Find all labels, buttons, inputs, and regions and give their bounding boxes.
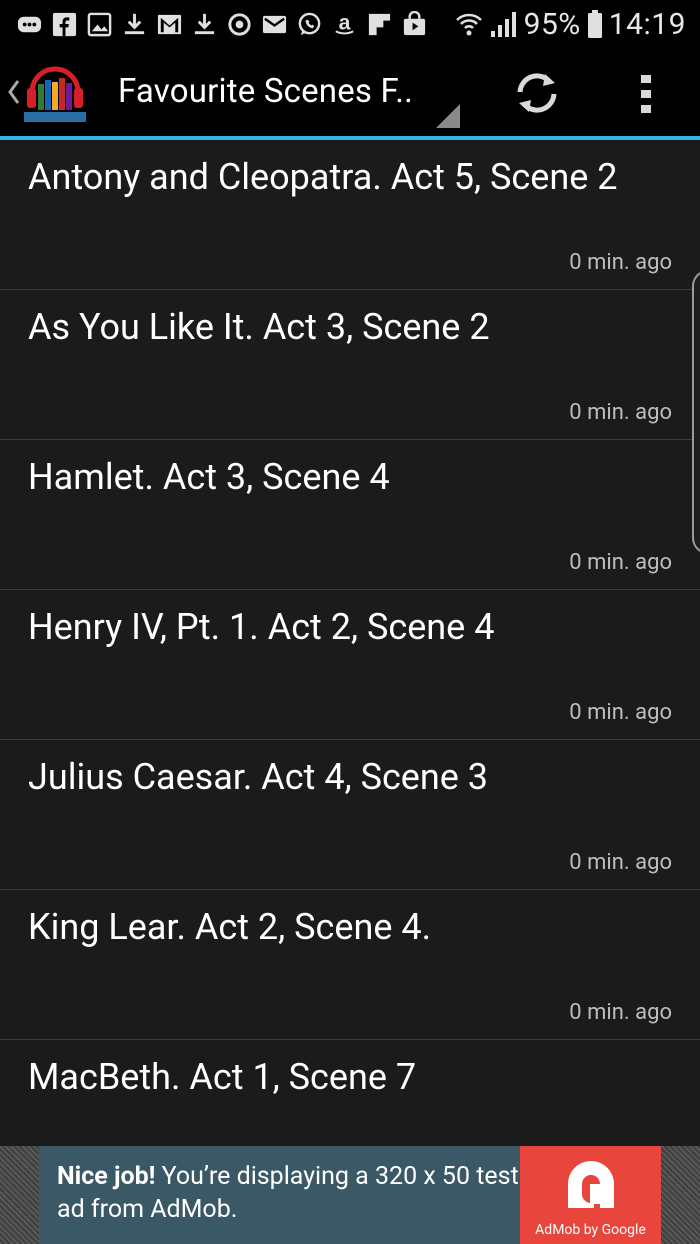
- whatsapp-icon: [296, 11, 323, 38]
- list-item[interactable]: Henry IV, Pt. 1. Act 2, Scene 4 0 min. a…: [0, 590, 700, 740]
- list-item[interactable]: Hamlet. Act 3, Scene 4 0 min. ago: [0, 440, 700, 590]
- admob-logo: AdMob by Google: [520, 1146, 661, 1244]
- scene-title: Antony and Cleopatra. Act 5, Scene 2: [28, 156, 618, 198]
- list-item[interactable]: Julius Caesar. Act 4, Scene 3 0 min. ago: [0, 740, 700, 890]
- amazon-icon: a: [331, 11, 358, 38]
- screen: a 95% 14:19 Favourite Scenes F.. Antony …: [0, 0, 700, 1244]
- edge-panel-handle[interactable]: [692, 270, 700, 554]
- scene-timestamp: 0 min. ago: [569, 400, 672, 425]
- scene-timestamp: 0 min. ago: [569, 850, 672, 875]
- clock: 14:19: [608, 6, 686, 42]
- scene-title: Julius Caesar. Act 4, Scene 3: [28, 756, 489, 798]
- sync-icon: [226, 11, 253, 38]
- app-logo-icon[interactable]: [24, 62, 86, 124]
- admob-label: AdMob by Google: [535, 1222, 646, 1238]
- action-bar: Favourite Scenes F..: [0, 48, 700, 136]
- battery-percent: 95%: [523, 6, 581, 42]
- system-status: 95% 14:19: [454, 6, 686, 42]
- shopping-icon: [401, 10, 428, 38]
- overflow-menu-button[interactable]: [624, 68, 668, 120]
- screen-title-spinner[interactable]: Favourite Scenes F..: [118, 72, 413, 111]
- refresh-icon: [517, 73, 557, 113]
- scene-title: MacBeth. Act 1, Scene 7: [28, 1056, 417, 1098]
- flipboard-icon: [366, 11, 393, 38]
- ad-banner[interactable]: Nice job! You’re displaying a 320 x 50 t…: [39, 1146, 661, 1244]
- download-icon: [191, 11, 218, 38]
- refresh-button[interactable]: [510, 68, 564, 118]
- signal-icon: [490, 9, 518, 39]
- scene-timestamp: 0 min. ago: [569, 700, 672, 725]
- notification-icons: a: [16, 8, 428, 40]
- scene-title: Henry IV, Pt. 1. Act 2, Scene 4: [28, 606, 495, 648]
- dropdown-triangle-icon: [436, 104, 460, 128]
- facebook-icon: [51, 11, 78, 38]
- admob-icon: [568, 1161, 614, 1208]
- scene-title: As You Like It. Act 3, Scene 2: [28, 306, 490, 348]
- status-bar: a 95% 14:19: [0, 0, 700, 48]
- list-item[interactable]: Antony and Cleopatra. Act 5, Scene 2 0 m…: [0, 140, 700, 290]
- messages-icon: [16, 11, 43, 38]
- ad-headline: Nice job!: [57, 1162, 156, 1191]
- list-item[interactable]: King Lear. Act 2, Scene 4. 0 min. ago: [0, 890, 700, 1040]
- scene-timestamp: 0 min. ago: [569, 550, 672, 575]
- email-icon: [261, 11, 288, 38]
- download-icon: [121, 11, 148, 38]
- battery-icon: [587, 9, 603, 39]
- gmail-icon: [156, 11, 183, 38]
- ad-text: Nice job! You’re displaying a 320 x 50 t…: [57, 1160, 527, 1226]
- image-icon: [86, 11, 113, 38]
- scene-timestamp: 0 min. ago: [569, 250, 672, 275]
- back-chevron-icon[interactable]: [6, 78, 22, 106]
- scene-title: Hamlet. Act 3, Scene 4: [28, 456, 390, 498]
- favourite-scenes-list: Antony and Cleopatra. Act 5, Scene 2 0 m…: [0, 140, 700, 1189]
- wifi-icon: [454, 9, 484, 39]
- scene-title: King Lear. Act 2, Scene 4.: [28, 906, 432, 948]
- more-vert-icon: [641, 75, 651, 113]
- list-item[interactable]: As You Like It. Act 3, Scene 2 0 min. ag…: [0, 290, 700, 440]
- scene-timestamp: 0 min. ago: [569, 1000, 672, 1025]
- svg-text:a: a: [339, 11, 351, 34]
